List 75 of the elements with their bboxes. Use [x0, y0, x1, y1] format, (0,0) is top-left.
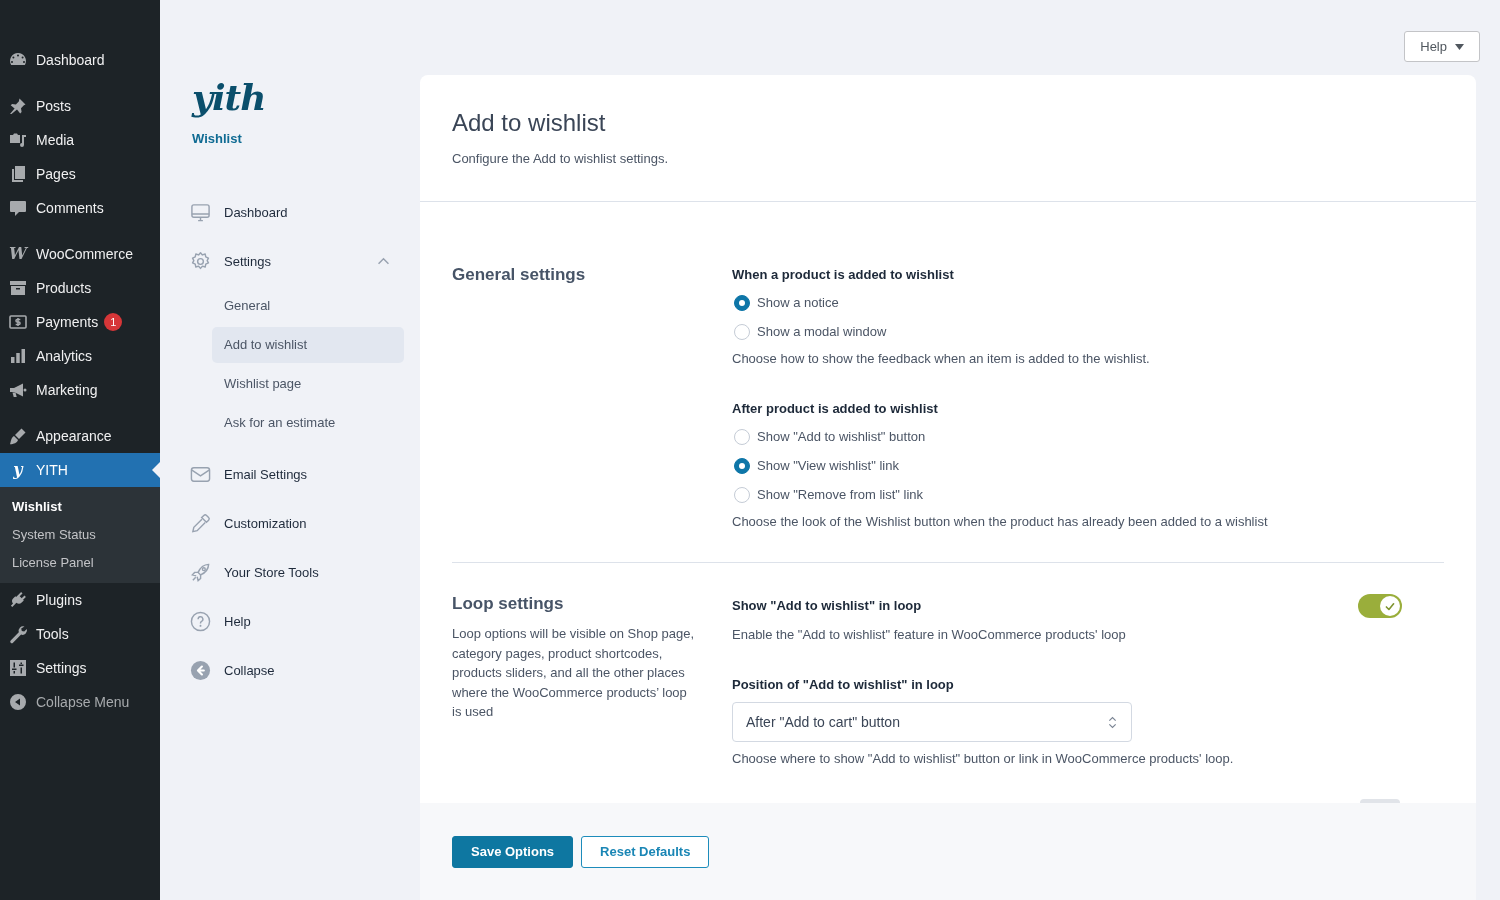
nav-item[interactable]: Help: [160, 597, 404, 646]
toggle-switch[interactable]: [1358, 594, 1402, 618]
product-name: Wishlist: [192, 130, 242, 148]
select-field[interactable]: After "Add to cart" button: [732, 702, 1132, 742]
menu-item[interactable]: Collapse Menu: [0, 685, 160, 719]
option-label: Show a notice: [757, 293, 839, 312]
nav-item[interactable]: Settings: [160, 237, 404, 286]
nav-subitem[interactable]: General: [212, 287, 404, 324]
menu-item[interactable]: Appearance: [0, 419, 160, 453]
field-description: Choose where to show "Add to wishlist" button or link in WooCommerce products' loop.: [732, 750, 1234, 768]
menu-item[interactable]: Dashboard: [0, 43, 160, 77]
rocket-icon: [190, 562, 211, 583]
section-title: General settings: [452, 264, 586, 286]
bar-chart-icon: [8, 346, 28, 366]
section-description: Loop options will be visible on Shop page, category pages, product shortcodes, products sliders, and all the other places where the WooCommerce products’ loop is used: [452, 625, 696, 721]
field-label: Show "Add to wishlist" in loop: [732, 597, 922, 615]
caret-icon: [1455, 43, 1464, 50]
nav-item[interactable]: Email Settings: [160, 450, 404, 499]
option-label: Show "Add to wishlist" button: [757, 427, 926, 446]
envelope-icon: [190, 464, 211, 485]
radio-button[interactable]: [734, 294, 750, 311]
field-description: Choose the look of the Wishlist button when the product has already been added to a wishlist: [732, 513, 1268, 531]
field-description: Enable the "Add to wishlist" feature in WooCommerce products' loop: [732, 626, 1126, 644]
collapse-arrow-icon: [8, 692, 28, 712]
field-description: Choose how to show the feedback when an item is added to the wishlist.: [732, 350, 1150, 368]
menu-item[interactable]: Settings: [0, 651, 160, 685]
field-label: After product is added to wishlist: [732, 400, 938, 418]
nav-item[interactable]: Customization: [160, 499, 404, 548]
sliders-icon: [8, 658, 28, 678]
check-icon: [1385, 601, 1395, 611]
nav-subitem[interactable]: Add to wishlist: [212, 326, 404, 363]
nav-item[interactable]: Your Store Tools: [160, 548, 404, 597]
dollar-bill-icon: [8, 312, 28, 332]
brand-logo: yith: [192, 75, 266, 119]
reset-button[interactable]: Reset Defaults: [581, 836, 710, 868]
field-label: Position of "Add to wishlist" in loop: [732, 676, 954, 694]
archive-box-icon: [8, 278, 28, 298]
nav-item[interactable]: Collapse: [160, 646, 404, 695]
nav-subitem[interactable]: Wishlist page: [212, 365, 404, 402]
menu-item[interactable]: Pages: [0, 157, 160, 191]
page-title: Add to wishlist: [452, 108, 607, 138]
plug-icon: [8, 590, 28, 610]
current-arrow-icon: [152, 462, 160, 478]
letter-glyph-icon: W: [8, 244, 28, 264]
menu-item[interactable]: Tools: [0, 617, 160, 651]
paintbrush-icon: [8, 426, 28, 446]
monitor-icon: [190, 202, 211, 223]
field-label: When a product is added to wishlist: [732, 266, 954, 284]
menu-item[interactable]: Posts: [0, 89, 160, 123]
option-label: Show "Remove from list" link: [757, 485, 923, 504]
save-button[interactable]: Save Options: [452, 836, 574, 868]
help-button[interactable]: Help: [1404, 31, 1480, 62]
nav-item[interactable]: Dashboard: [160, 188, 404, 237]
radio-button[interactable]: [734, 457, 750, 474]
help-icon: [190, 611, 211, 632]
menu-item[interactable]: Marketing: [0, 373, 160, 407]
option-label: Show a modal window: [757, 322, 887, 341]
menu-item[interactable]: Analytics: [0, 339, 160, 373]
menu-item[interactable]: Plugins: [0, 583, 160, 617]
option-label: Show "View wishlist" link: [757, 456, 899, 475]
pushpin-icon: [8, 96, 28, 116]
gear-icon: [190, 251, 211, 272]
menu-item[interactable]: Products: [0, 271, 160, 305]
notification-badge: 1: [104, 313, 123, 331]
menu-item[interactable]: W WooCommerce: [0, 237, 160, 271]
section-title: Loop settings: [452, 593, 564, 615]
menu-item[interactable]: Media: [0, 123, 160, 157]
page-description: Configure the Add to wishlist settings.: [452, 150, 670, 168]
speech-bubble-icon: [8, 198, 28, 218]
menu-item[interactable]: Payments 1: [0, 305, 160, 339]
wrench-icon: [8, 624, 28, 644]
nav-subitem[interactable]: Ask for an estimate: [212, 404, 404, 441]
menu-item[interactable]: Comments: [0, 191, 160, 225]
eyedropper-icon: [190, 513, 211, 534]
up-down-chevron-icon: [1108, 715, 1117, 729]
